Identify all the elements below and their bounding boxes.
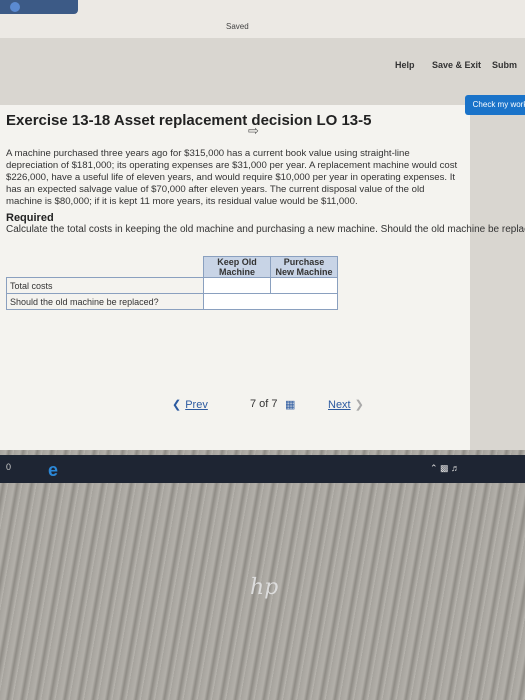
tab-indicator-icon xyxy=(10,1,20,12)
replace-answer-select[interactable] xyxy=(203,293,338,310)
submit-link[interactable]: Subm xyxy=(492,60,517,70)
col-keep-old: Keep Old Machine xyxy=(203,256,271,278)
grid-icon[interactable]: ▦ xyxy=(285,398,295,411)
chevron-left-icon: ❮ xyxy=(172,399,182,411)
exercise-title: Exercise 13-18 Asset replacement decisio… xyxy=(6,112,372,129)
table-corner xyxy=(7,257,204,278)
required-text: Calculate the total costs in keeping the… xyxy=(6,224,525,235)
table-row: Total costs xyxy=(6,277,338,294)
hp-logo: hp xyxy=(250,575,279,600)
page-counter: 7 of 7 xyxy=(250,398,278,410)
col-purchase-new: Purchase New Machine xyxy=(270,256,338,278)
table-row: Should the old machine be replaced? xyxy=(6,293,338,310)
saved-status: Saved xyxy=(226,22,249,31)
required-heading: Required xyxy=(6,212,54,224)
help-link[interactable]: Help xyxy=(395,60,415,70)
top-bar xyxy=(0,0,525,38)
problem-text: A machine purchased three years ago for … xyxy=(6,148,458,207)
keep-old-total-input[interactable] xyxy=(203,277,271,294)
purchase-new-total-input[interactable] xyxy=(270,277,338,294)
save-exit-link[interactable]: Save & Exit xyxy=(432,60,481,70)
browser-tab[interactable] xyxy=(0,0,78,14)
check-my-work-button[interactable]: Check my work xyxy=(465,95,525,115)
edge-browser-icon[interactable]: e xyxy=(48,460,58,481)
next-button[interactable]: Next ❯ xyxy=(328,398,364,411)
table-header-row: Keep Old Machine Purchase New Machine xyxy=(7,256,338,278)
system-tray-icon: ⌃ ▩ ♬ xyxy=(430,463,461,473)
row-label-replace: Should the old machine be replaced? xyxy=(6,293,204,310)
mouse-cursor-icon: ⇨ xyxy=(248,123,259,138)
prev-button[interactable]: ❮ Prev xyxy=(172,398,208,411)
taskbar-start[interactable]: 0 xyxy=(6,462,11,472)
row-label-total-costs: Total costs xyxy=(6,277,204,294)
chevron-right-icon: ❯ xyxy=(354,399,364,411)
answer-table: Keep Old Machine Purchase New Machine To… xyxy=(6,256,338,310)
